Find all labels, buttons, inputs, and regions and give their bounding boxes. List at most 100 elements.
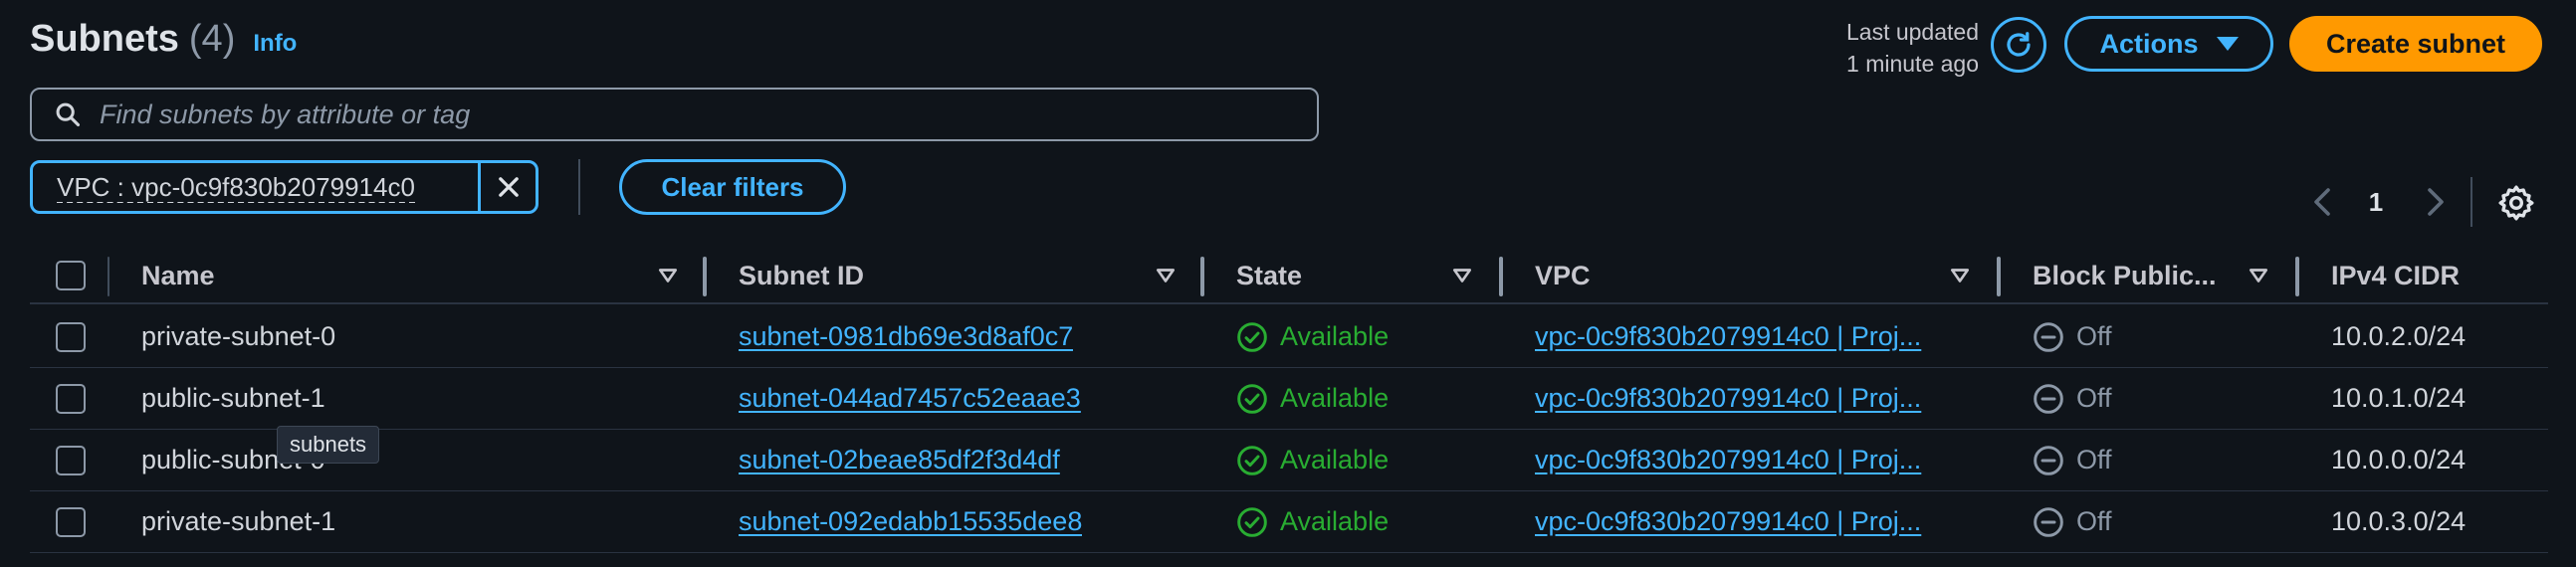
actions-button[interactable]: Actions: [2064, 16, 2273, 72]
row-select-cell: [56, 306, 86, 367]
column-header-state[interactable]: State: [1236, 247, 1302, 304]
ipv4-cidr: 10.0.2.0/24: [2331, 321, 2467, 351]
table-row[interactable]: private-subnet-0 subnet-0981db69e3d8af0c…: [30, 306, 2548, 368]
gear-icon: [2498, 185, 2534, 221]
sort-icon[interactable]: [657, 265, 679, 286]
column-header-vpc[interactable]: VPC: [1535, 247, 1591, 304]
block-public-cell: Off: [2033, 430, 2112, 490]
column-resizer[interactable]: [2295, 257, 2299, 296]
column-resizer[interactable]: [703, 257, 707, 296]
column-header-subnet-id[interactable]: Subnet ID: [739, 247, 864, 304]
state-cell: Available: [1236, 368, 1389, 429]
hover-tooltip: subnets: [277, 426, 380, 464]
state-cell: Available: [1236, 306, 1389, 367]
block-public-label: Off: [2076, 321, 2112, 351]
select-all-checkbox[interactable]: [56, 261, 86, 290]
column-divider: [107, 257, 109, 296]
block-public-cell: Off: [2033, 368, 2112, 429]
subnet-id-link[interactable]: subnet-044ad7457c52eaae3: [739, 368, 1081, 429]
page-title: Subnets: [30, 18, 179, 60]
next-page-button[interactable]: [2421, 185, 2451, 219]
filter-token: VPC : vpc-0c9f830b2079914c0: [30, 160, 538, 214]
vpc-link[interactable]: vpc-0c9f830b2079914c0 | Proj...: [1535, 430, 1959, 490]
check-circle-icon: [1237, 445, 1267, 475]
block-public-cell: Off: [2033, 491, 2112, 552]
subnet-id-link[interactable]: subnet-092edabb15535dee8: [739, 491, 1082, 552]
state-label: Available: [1280, 506, 1390, 536]
state-cell: Available: [1236, 491, 1389, 552]
check-circle-icon: [1237, 321, 1267, 352]
page-header: Subnets (4) Info: [30, 18, 297, 61]
block-public-cell: Off: [2033, 306, 2112, 367]
state-label: Available: [1280, 445, 1390, 474]
refresh-icon: [2007, 32, 2031, 57]
clear-filters-button[interactable]: Clear filters: [619, 159, 846, 215]
subnet-name: private-subnet-1: [141, 506, 336, 536]
sort-icon[interactable]: [2248, 265, 2269, 286]
row-select-cell: [56, 491, 86, 552]
table-row[interactable]: public-subnet-1 subnet-044ad7457c52eaae3…: [30, 368, 2548, 430]
info-link[interactable]: Info: [253, 30, 297, 58]
subnet-name: public-subnet-1: [141, 383, 325, 413]
table-header: Name Subnet ID State VPC Block Public...…: [30, 247, 2548, 304]
minus-circle-icon: [2034, 445, 2063, 475]
last-updated: Last updated 1 minute ago: [1831, 16, 1979, 80]
minus-circle-icon: [2034, 383, 2063, 414]
last-updated-time: 1 minute ago: [1846, 51, 1979, 77]
caret-down-icon: [2216, 37, 2239, 51]
sort-icon[interactable]: [1155, 265, 1177, 286]
filter-token-label[interactable]: VPC : vpc-0c9f830b2079914c0: [33, 171, 478, 203]
search-icon: [56, 102, 81, 127]
column-resizer[interactable]: [1499, 257, 1503, 296]
column-resizer[interactable]: [1997, 257, 2001, 296]
subnet-id-link[interactable]: subnet-0981db69e3d8af0c7: [739, 306, 1073, 367]
column-header-name[interactable]: Name: [141, 247, 215, 304]
state-label: Available: [1280, 383, 1390, 413]
row-checkbox[interactable]: [56, 321, 86, 352]
ipv4-cidr: 10.0.1.0/24: [2331, 383, 2467, 413]
ipv4-cidr: 10.0.3.0/24: [2331, 506, 2467, 536]
chevron-right-icon: [2428, 188, 2444, 216]
close-icon: [498, 177, 519, 197]
chevron-left-icon: [2314, 188, 2330, 216]
column-header-ipv4-cidr[interactable]: IPv4 CIDR: [2331, 247, 2460, 304]
actions-label: Actions: [2099, 28, 2199, 59]
minus-circle-icon: [2034, 506, 2063, 537]
subnet-name: private-subnet-0: [141, 321, 336, 351]
remove-filter-button[interactable]: [478, 163, 536, 211]
check-circle-icon: [1237, 506, 1267, 537]
column-header-block-public[interactable]: Block Public...: [2033, 247, 2217, 304]
column-resizer[interactable]: [1200, 257, 1204, 296]
state-cell: Available: [1236, 430, 1389, 490]
vpc-link[interactable]: vpc-0c9f830b2079914c0 | Proj...: [1535, 491, 1959, 552]
table-row[interactable]: public-subnet-0 subnet-02beae85df2f3d4df…: [30, 430, 2548, 491]
preferences-button[interactable]: [2496, 183, 2536, 223]
row-checkbox[interactable]: [56, 506, 86, 537]
search-input[interactable]: [100, 98, 1317, 130]
search-bar: [30, 88, 1319, 141]
row-select-cell: [56, 368, 86, 429]
refresh-button[interactable]: [1991, 17, 2046, 73]
current-page[interactable]: 1: [2361, 187, 2391, 218]
row-checkbox[interactable]: [56, 383, 86, 414]
subnet-count: (4): [188, 18, 236, 60]
create-subnet-button[interactable]: Create subnet: [2289, 16, 2542, 72]
check-circle-icon: [1237, 383, 1267, 414]
row-checkbox[interactable]: [56, 445, 86, 475]
block-public-label: Off: [2076, 383, 2112, 413]
select-all-cell: [56, 247, 86, 304]
previous-page-button[interactable]: [2307, 185, 2337, 219]
subnet-id-link[interactable]: subnet-02beae85df2f3d4df: [739, 430, 1060, 490]
filter-divider: [578, 159, 580, 215]
last-updated-label: Last updated: [1845, 19, 1979, 45]
table-row[interactable]: private-subnet-1 subnet-092edabb15535dee…: [30, 491, 2548, 553]
vpc-link[interactable]: vpc-0c9f830b2079914c0 | Proj...: [1535, 306, 1959, 367]
vpc-link[interactable]: vpc-0c9f830b2079914c0 | Proj...: [1535, 368, 1959, 429]
sort-icon[interactable]: [1949, 265, 1971, 286]
state-label: Available: [1280, 321, 1390, 351]
filter-token-text: VPC : vpc-0c9f830b2079914c0: [57, 171, 415, 203]
sort-icon[interactable]: [1451, 265, 1473, 286]
pager-divider: [2470, 177, 2472, 227]
row-select-cell: [56, 430, 86, 490]
minus-circle-icon: [2034, 321, 2063, 352]
